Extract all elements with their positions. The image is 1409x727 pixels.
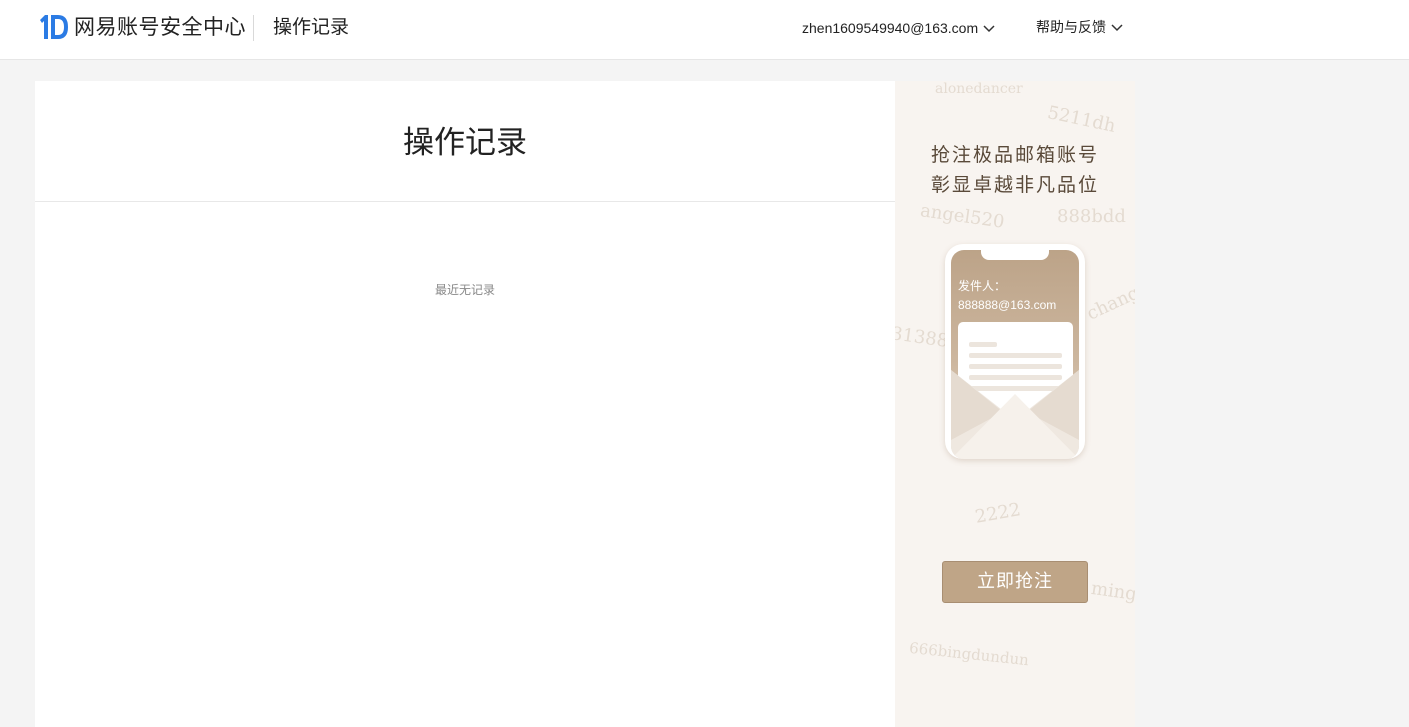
title-divider [35, 201, 895, 202]
watermark-text: ming [1089, 577, 1135, 606]
watermark-text: 5211dh [1045, 102, 1118, 137]
envelope-icon [951, 370, 1079, 459]
chevron-down-icon [983, 19, 995, 37]
letter-line [969, 364, 1062, 369]
watermark-text: 31388 [895, 323, 950, 352]
email-ad-banner[interactable]: alonedancer 5211dh angel520 888bdd 31388… [895, 81, 1135, 727]
page-title: 操作记录 [403, 125, 527, 161]
account-email: zhen1609549940@163.com [802, 20, 979, 36]
header-page-title: 操作记录 [273, 16, 350, 38]
letter-line [969, 353, 1062, 358]
sender-label: 发件人： [958, 279, 1007, 293]
sender-address: 888888@163.com [958, 298, 1057, 312]
account-dropdown[interactable]: zhen1609549940@163.com [802, 19, 995, 37]
netease-id-logo-icon[interactable] [39, 14, 69, 40]
watermark-text: 2222 [973, 499, 1023, 528]
watermark-text: 888bdd [1057, 206, 1126, 227]
phone-illustration: 发件人： 888888@163.com [945, 244, 1085, 459]
header-divider [253, 15, 254, 41]
watermark-text: alonedancer [935, 81, 1023, 97]
phone-notch [981, 250, 1049, 260]
watermark-text: 666bingdundun [908, 638, 1030, 670]
top-header: 网易账号安全中心 操作记录 zhen1609549940@163.com 帮助与… [0, 0, 1409, 60]
ad-headline-2: 彰显卓越非凡品位 [930, 174, 1099, 196]
phone-screen: 发件人： 888888@163.com [951, 250, 1079, 459]
chevron-down-icon [1111, 19, 1123, 37]
operation-record-panel: 操作记录 最近无记录 [35, 81, 895, 727]
help-feedback-label: 帮助与反馈 [1036, 20, 1106, 36]
empty-state-text: 最近无记录 [434, 283, 495, 297]
register-now-button[interactable]: 立即抢注 [942, 561, 1088, 603]
letter-line [969, 342, 997, 347]
watermark-text: changs [1083, 278, 1135, 325]
ad-headline-1: 抢注极品邮箱账号 [930, 144, 1099, 166]
help-feedback-dropdown[interactable]: 帮助与反馈 [1036, 19, 1123, 37]
watermark-text: angel520 [918, 200, 1006, 233]
brand-name: 网易账号安全中心 [74, 15, 246, 39]
